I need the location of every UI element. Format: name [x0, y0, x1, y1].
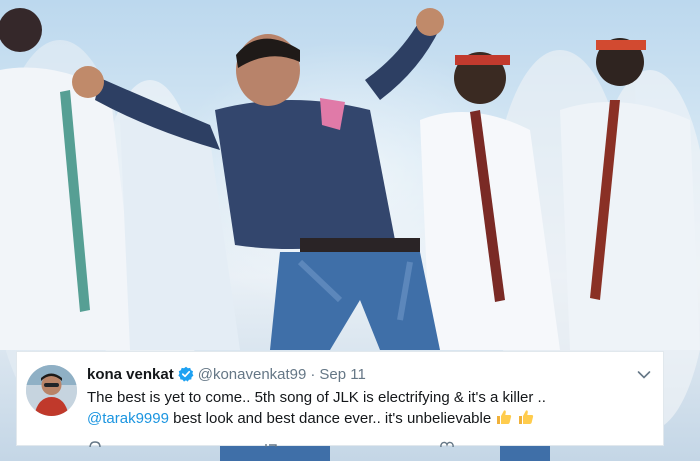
verified-badge-icon — [178, 366, 194, 382]
heart-icon[interactable] — [439, 440, 455, 447]
tweet-card[interactable]: kona venkat @konavenkat99 · Sep 11 The b… — [16, 351, 664, 447]
tweet-text-line-1: The best is yet to come.. 5th song of JL… — [87, 389, 546, 406]
tweet-text: The best is yet to come.. 5th song of JL… — [87, 387, 647, 432]
mention-link[interactable]: @tarak9999 — [87, 410, 169, 427]
tweet-actions — [87, 440, 455, 447]
retweet-icon[interactable] — [263, 440, 279, 447]
user-handle[interactable]: @konavenkat99 — [198, 366, 307, 383]
reply-icon[interactable] — [87, 440, 103, 447]
display-name[interactable]: kona venkat — [87, 366, 174, 383]
thumbs-up-icon — [495, 408, 513, 432]
tweet-text-line-2: @tarak9999 best look and best dance ever… — [87, 408, 647, 432]
tweet-text-line-2-rest: best look and best dance ever.. it's unb… — [168, 410, 492, 427]
tweet-date[interactable]: Sep 11 — [319, 366, 365, 383]
avatar[interactable] — [26, 365, 77, 416]
thumbs-up-icon — [517, 408, 535, 432]
separator-dot: · — [310, 365, 316, 383]
tweet-header: kona venkat @konavenkat99 · Sep 11 — [87, 364, 366, 384]
chevron-down-icon[interactable] — [637, 367, 651, 379]
